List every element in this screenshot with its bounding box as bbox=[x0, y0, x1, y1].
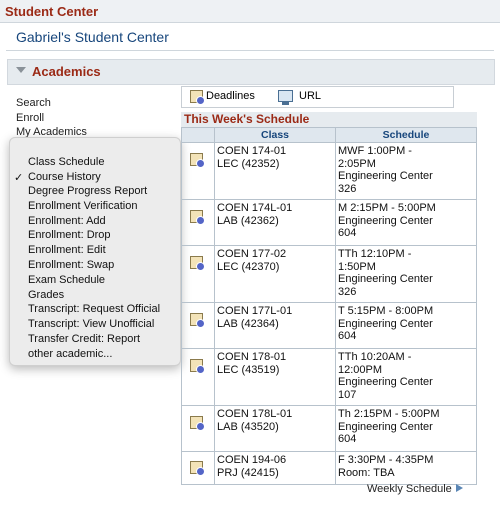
class-details-icon[interactable] bbox=[190, 256, 205, 271]
table-row: COEN 178-01 LEC (43519) TTh 10:20AM -12:0… bbox=[181, 348, 477, 406]
table-row: COEN 177L-01 LAB (42364) T 5:15PM - 8:00P… bbox=[181, 302, 477, 349]
menu-item-enrollment-add[interactable]: Enrollment: Add bbox=[28, 215, 106, 227]
schedule-time: M 2:15PM - 5:00PM bbox=[338, 202, 436, 214]
menu-item-enrollment-drop[interactable]: Enrollment: Drop bbox=[28, 229, 111, 241]
menu-item-class-schedule[interactable]: Class Schedule bbox=[28, 156, 104, 168]
page-header: Student Center bbox=[0, 0, 500, 23]
schedule-title: This Week's Schedule bbox=[181, 112, 477, 128]
schedule-room: 604 bbox=[338, 227, 357, 239]
schedule-time: TTh 12:10PM - bbox=[338, 248, 412, 260]
student-center-title: Gabriel's Student Center bbox=[16, 29, 169, 45]
deadlines-link[interactable]: Deadlines bbox=[206, 90, 255, 102]
schedule-room: 107 bbox=[338, 388, 357, 401]
schedule-room: Room: TBA bbox=[338, 466, 395, 479]
schedule-room: 326 bbox=[338, 285, 357, 298]
menu-item-grades[interactable]: Grades bbox=[28, 289, 64, 301]
class-code: COEN 174L-01 bbox=[217, 202, 293, 214]
schedule-building: Engineering Center bbox=[338, 420, 433, 433]
schedule-time-end: 1:50PM bbox=[338, 260, 376, 273]
checkmark-icon: ✓ bbox=[14, 172, 24, 184]
class-section: LAB (43520) bbox=[217, 420, 279, 433]
class-section: LEC (43519) bbox=[217, 363, 280, 376]
table-header-row: Class Schedule bbox=[181, 127, 477, 143]
academics-section-header[interactable]: Academics bbox=[7, 59, 495, 85]
menu-item-transcript-request-official[interactable]: Transcript: Request Official bbox=[28, 303, 160, 315]
class-details-icon[interactable] bbox=[190, 153, 205, 168]
academics-links: Search Enroll My Academics bbox=[16, 96, 87, 140]
menu-item-transfer-credit-report[interactable]: Transfer Credit: Report bbox=[28, 333, 140, 345]
academics-label: Academics bbox=[32, 64, 101, 79]
class-details-icon[interactable] bbox=[190, 359, 205, 374]
class-section: PRJ (42415) bbox=[217, 466, 279, 479]
schedule-building: Engineering Center bbox=[338, 273, 433, 285]
class-code: COEN 174-01 bbox=[217, 145, 287, 157]
weekly-schedule-link[interactable]: Weekly Schedule bbox=[367, 483, 463, 495]
schedule-time-end: 2:05PM bbox=[338, 157, 376, 170]
schedule-building: Engineering Center bbox=[338, 376, 433, 388]
page-title: Student Center bbox=[5, 4, 99, 19]
schedule-building: Engineering Center bbox=[338, 170, 433, 182]
deadlines-icon[interactable] bbox=[190, 90, 205, 105]
schedule-time: T 5:15PM - 8:00PM bbox=[338, 305, 434, 317]
academics-dropdown-menu: Class Schedule ✓ Course History Degree Pr… bbox=[9, 137, 181, 366]
menu-item-enrollment-edit[interactable]: Enrollment: Edit bbox=[28, 244, 106, 256]
class-section: LAB (42364) bbox=[217, 317, 279, 330]
class-details-icon[interactable] bbox=[190, 416, 205, 431]
schedule-building: Engineering Center bbox=[338, 214, 433, 227]
table-header-class: Class bbox=[214, 127, 336, 143]
arrow-right-icon bbox=[455, 484, 463, 492]
table-header-icon bbox=[181, 127, 215, 143]
table-row: COEN 194-06 PRJ (42415) F 3:30PM - 4:35PM… bbox=[181, 451, 477, 485]
menu-item-other-academic[interactable]: other academic... bbox=[28, 348, 112, 360]
search-link[interactable]: Search bbox=[16, 96, 87, 111]
schedule-time: MWF 1:00PM - bbox=[338, 145, 412, 157]
menu-item-exam-schedule[interactable]: Exam Schedule bbox=[28, 274, 105, 286]
schedule-time: F 3:30PM - 4:35PM bbox=[338, 454, 434, 466]
menu-item-degree-progress-report[interactable]: Degree Progress Report bbox=[28, 185, 147, 197]
class-code: COEN 194-06 bbox=[217, 454, 287, 466]
collapse-triangle-icon[interactable] bbox=[16, 67, 26, 73]
class-section: LEC (42370) bbox=[217, 260, 280, 273]
divider bbox=[6, 50, 494, 51]
menu-item-enrollment-swap[interactable]: Enrollment: Swap bbox=[28, 259, 114, 271]
quick-links-bar: Deadlines URL bbox=[181, 86, 454, 108]
enroll-link[interactable]: Enroll bbox=[16, 111, 87, 126]
schedule-room: 604 bbox=[338, 433, 357, 445]
class-details-icon[interactable] bbox=[190, 313, 205, 328]
class-section: LAB (42362) bbox=[217, 214, 279, 227]
class-code: COEN 177L-01 bbox=[217, 305, 293, 317]
url-link[interactable]: URL bbox=[299, 90, 321, 102]
class-code: COEN 178L-01 bbox=[217, 408, 293, 420]
class-code: COEN 178-01 bbox=[217, 351, 287, 363]
class-section: LEC (42352) bbox=[217, 157, 280, 170]
table-row: COEN 174L-01 LAB (42362) M 2:15PM - 5:00P… bbox=[181, 199, 477, 246]
weekly-schedule-label: Weekly Schedule bbox=[367, 483, 452, 495]
schedule-time: Th 2:15PM - 5:00PM bbox=[338, 408, 440, 420]
class-details-icon[interactable] bbox=[190, 461, 205, 476]
class-details-icon[interactable] bbox=[190, 210, 205, 225]
schedule-time-end: 12:00PM bbox=[338, 363, 383, 376]
table-row: COEN 174-01 LEC (42352) MWF 1:00PM -2:05P… bbox=[181, 142, 477, 200]
schedule-time: TTh 10:20AM - bbox=[338, 351, 412, 363]
schedule-table: Class Schedule COEN 174-01 LEC (42352) MW… bbox=[181, 127, 477, 485]
menu-item-course-history[interactable]: ✓ Course History bbox=[14, 171, 101, 184]
class-code: COEN 177-02 bbox=[217, 248, 287, 260]
table-header-schedule: Schedule bbox=[335, 127, 477, 143]
table-row: COEN 177-02 LEC (42370) TTh 12:10PM -1:50… bbox=[181, 245, 477, 303]
table-row: COEN 178L-01 LAB (43520) Th 2:15PM - 5:00… bbox=[181, 405, 477, 452]
menu-item-transcript-view-unofficial[interactable]: Transcript: View Unofficial bbox=[28, 318, 154, 330]
schedule-building: Engineering Center bbox=[338, 317, 433, 330]
menu-item-enrollment-verification[interactable]: Enrollment Verification bbox=[28, 200, 137, 212]
url-icon[interactable] bbox=[278, 90, 293, 105]
schedule-room: 604 bbox=[338, 330, 357, 342]
schedule-room: 326 bbox=[338, 182, 357, 195]
